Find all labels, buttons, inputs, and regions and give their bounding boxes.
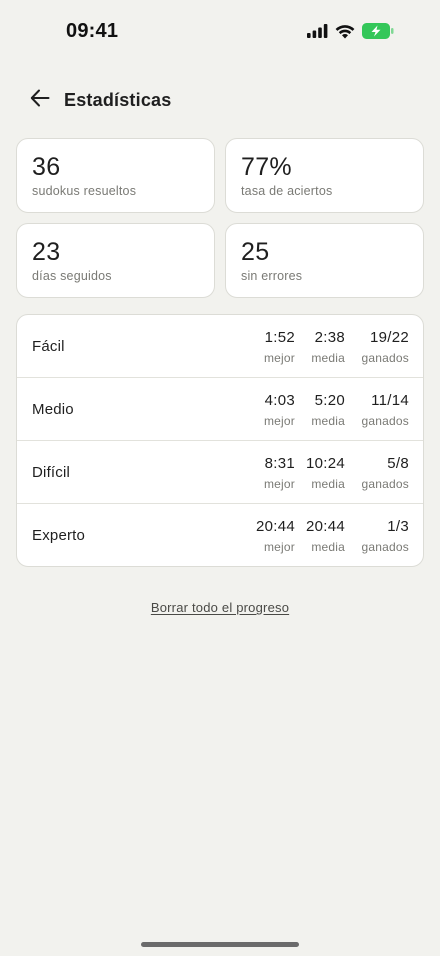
average-time: 5:20 media [311,392,345,428]
games-won: 5/8 ganados [362,455,409,491]
average-time: 2:38 media [311,329,345,365]
card-streak: 23 días seguidos [16,223,215,298]
average-time-value: 2:38 [314,329,345,346]
card-label: tasa de aciertos [241,184,333,198]
arrow-left-icon [30,89,50,112]
difficulty-name: Difícil [32,464,71,481]
card-label: sin errores [241,269,303,283]
games-won-value: 11/14 [371,392,409,409]
page-title: Estadísticas [64,89,172,110]
cellular-signal-icon [307,24,328,38]
summary-cards: 36 sudokus resueltos 77% tasa de acierto… [16,138,424,298]
difficulty-name: Medio [32,401,74,418]
best-time-label: mejor [263,351,295,365]
best-time-value: 1:52 [264,329,295,346]
games-won-value: 1/3 [387,518,409,535]
average-time-label: media [311,540,345,554]
games-won-label: ganados [361,351,409,365]
games-won: 11/14 ganados [362,392,409,428]
games-won-label: ganados [361,477,409,491]
games-won-value: 19/22 [369,329,409,346]
difficulty-name: Fácil [32,338,65,355]
status-icons [307,23,394,39]
card-value: 25 [241,238,270,266]
difficulty-row-medium: Medio 4:03 mejor 5:20 media 11/14 ganado… [17,378,423,441]
best-time: 8:31 mejor [264,455,295,491]
reset-progress-link[interactable]: Borrar todo el progreso [0,600,440,615]
statistics-screen: 09:41 Estadísticas 36 sudokus resueltos … [0,0,440,956]
average-time: 20:44 media [306,518,345,554]
best-time: 1:52 mejor [264,329,295,365]
battery-charging-icon [362,23,394,39]
card-value: 36 [32,153,61,181]
difficulty-row-easy: Fácil 1:52 mejor 2:38 media 19/22 ganado… [17,315,423,378]
header: Estadísticas [28,82,412,118]
best-time-value: 8:31 [264,455,295,472]
card-label: días seguidos [32,269,112,283]
best-time-value: 4:03 [264,392,295,409]
card-value: 23 [32,238,61,266]
games-won-label: ganados [361,540,409,554]
best-time-label: mejor [263,477,295,491]
back-button[interactable] [28,88,52,112]
status-bar: 09:41 [0,0,440,64]
games-won-label: ganados [361,414,409,428]
difficulty-row-expert: Experto 20:44 mejor 20:44 media 1/3 gana… [17,504,423,566]
average-time-value: 10:24 [305,455,345,472]
best-time-label: mejor [263,540,295,554]
card-label: sudokus resueltos [32,184,137,198]
card-no-errors: 25 sin errores [225,223,424,298]
games-won: 1/3 ganados [362,518,409,554]
home-indicator[interactable] [141,942,299,947]
difficulty-table: Fácil 1:52 mejor 2:38 media 19/22 ganado… [16,314,424,567]
average-time-label: media [311,477,345,491]
card-accuracy: 77% tasa de aciertos [225,138,424,213]
status-time: 09:41 [66,20,119,42]
games-won-value: 5/8 [387,455,409,472]
average-time: 10:24 media [306,455,345,491]
best-time: 20:44 mejor [256,518,295,554]
wifi-icon [335,24,355,39]
games-won: 19/22 ganados [362,329,409,365]
average-time-label: media [311,351,345,365]
average-time-label: media [311,414,345,428]
best-time-label: mejor [263,414,295,428]
difficulty-name: Experto [32,527,86,544]
best-time: 4:03 mejor [264,392,295,428]
card-value: 77% [241,153,292,181]
average-time-value: 5:20 [314,392,345,409]
difficulty-row-hard: Difícil 8:31 mejor 10:24 media 5/8 ganad… [17,441,423,504]
average-time-value: 20:44 [305,518,345,535]
card-solved: 36 sudokus resueltos [16,138,215,213]
best-time-value: 20:44 [255,518,295,535]
